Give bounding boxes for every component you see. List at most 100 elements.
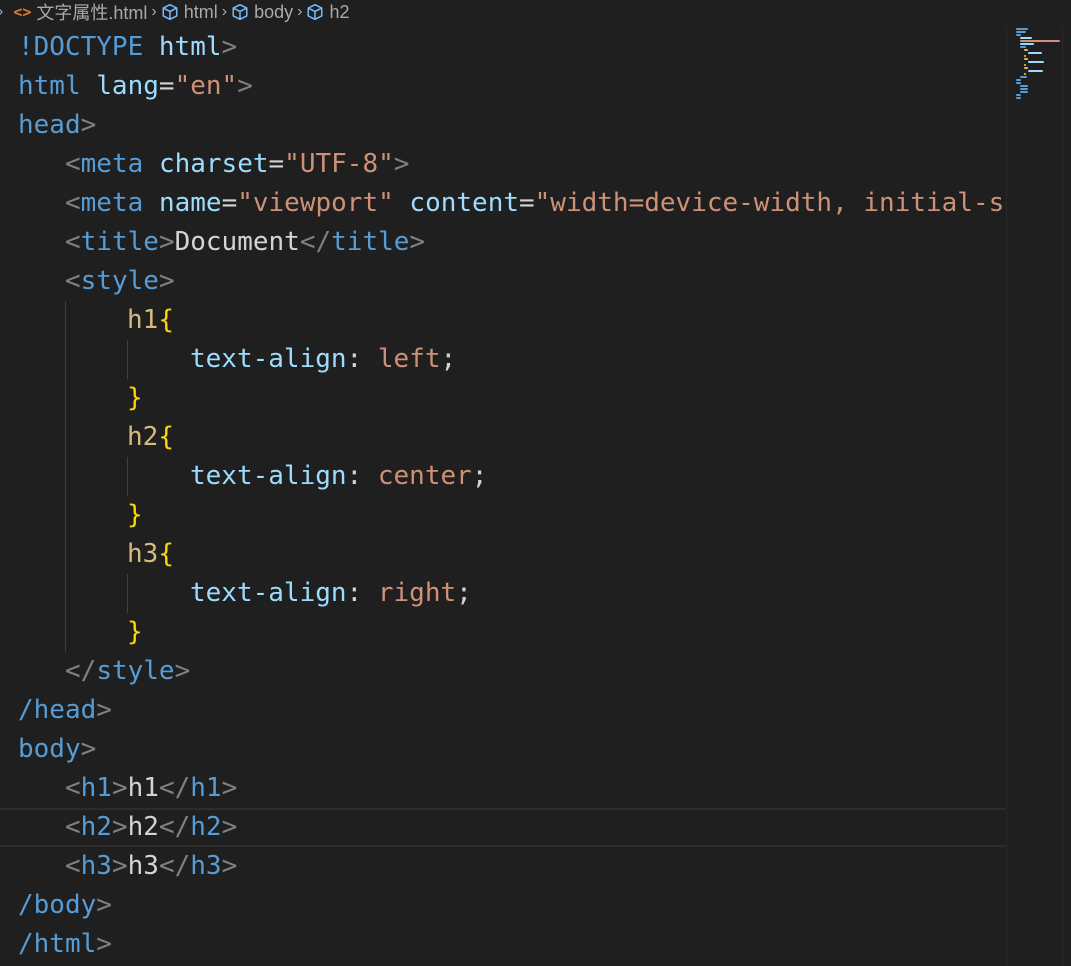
selector-token: h2 <box>127 422 159 452</box>
minimap-line <box>1016 82 1021 84</box>
code-line: h3{ <box>0 535 1006 574</box>
breadcrumb-file[interactable]: <> 文字属性.html <box>13 0 147 24</box>
minimap-line <box>1028 52 1042 54</box>
code-line: h2{ <box>0 418 1006 457</box>
value-token: right <box>377 578 457 608</box>
code-line: <meta charset="UTF-8"> <box>65 149 410 179</box>
code-line: /html> <box>18 929 112 959</box>
tag-token: h3 <box>190 851 222 881</box>
indent-guide <box>65 535 66 574</box>
text-token: h3 <box>127 851 159 881</box>
selector-token: h3 <box>127 539 159 569</box>
string-token: "UTF-8" <box>284 149 394 179</box>
tag-token: style <box>96 656 175 686</box>
tag-token: body <box>33 890 97 920</box>
code-line: html lang="en"> <box>18 71 253 101</box>
minimap-line <box>1020 88 1028 90</box>
minimap-line <box>1024 64 1026 66</box>
code-editor-window: › <> 文字属性.html › html › body › h2 !DOCTY… <box>0 0 1071 966</box>
cube-icon <box>307 3 323 21</box>
indent-guide <box>65 574 66 613</box>
code-line: </style> <box>65 656 191 686</box>
code-line: <h1>h1</h1> <box>65 773 238 803</box>
string-token: "viewport" <box>237 188 394 218</box>
code-line: !DOCTYPE html> <box>18 32 238 62</box>
tag-token: body <box>18 734 81 764</box>
cube-icon <box>232 3 248 21</box>
breadcrumb: › <> 文字属性.html › html › body › h2 <box>0 0 1071 24</box>
breadcrumb-item-label: h2 <box>329 1 350 22</box>
tag-token: head <box>18 110 81 140</box>
tag-token: h2 <box>80 812 112 842</box>
indent-guide <box>65 340 66 379</box>
breadcrumb-item-label: body <box>254 1 294 22</box>
minimap-line <box>1016 34 1021 36</box>
indent-guide <box>127 340 128 379</box>
tag-token: head <box>33 695 97 725</box>
breadcrumb-item-body[interactable]: body <box>231 2 293 23</box>
property-token: text-align <box>190 344 347 374</box>
text-token: h2 <box>127 812 159 842</box>
minimap-line <box>1024 55 1026 57</box>
code-line: } <box>0 496 1006 535</box>
minimap[interactable] <box>1006 28 1063 966</box>
attr-token: name <box>158 188 222 218</box>
tag-token: title <box>80 227 159 257</box>
indent-guide <box>65 496 66 535</box>
code-line: } <box>0 613 1006 652</box>
code-line: <style> <box>65 266 175 296</box>
chevron-right-icon: › <box>0 3 7 21</box>
attr-token: content <box>409 188 519 218</box>
selector-token: h1 <box>127 305 159 335</box>
code-line: h1{ <box>0 301 1006 340</box>
minimap-line <box>1020 46 1026 48</box>
chevron-right-icon: › <box>297 3 303 20</box>
minimap-line <box>1016 97 1021 99</box>
tag-token: title <box>331 227 410 257</box>
code-line: text-align: right; <box>0 574 1006 613</box>
minimap-line <box>1020 40 1060 42</box>
minimap-line <box>1020 91 1028 93</box>
indent-guide <box>65 457 66 496</box>
code-line: head> <box>18 110 97 140</box>
minimap-line <box>1024 67 1028 69</box>
minimap-line <box>1020 85 1028 87</box>
code-line: <h3>h3</h3> <box>65 851 238 881</box>
code-line: body> <box>18 734 97 764</box>
attr-token: charset <box>158 149 269 179</box>
code-area[interactable]: !DOCTYPE html> html lang="en"> head> <me… <box>0 28 1006 966</box>
code-line: } <box>0 379 1006 418</box>
minimap-line <box>1020 37 1032 39</box>
text-token: Document <box>174 227 300 257</box>
indent-guide <box>65 301 66 340</box>
breadcrumb-item-h2[interactable]: h2 <box>306 2 349 23</box>
attr-token: lang <box>96 71 159 101</box>
string-token: "en" <box>174 71 238 101</box>
breadcrumb-item-html[interactable]: html <box>161 2 218 23</box>
attr-token: html <box>158 32 222 62</box>
tag-token: meta <box>80 188 144 218</box>
minimap-line <box>1020 76 1027 78</box>
text-token: h1 <box>127 773 159 803</box>
indent-guide <box>65 418 66 457</box>
indent-guide <box>127 574 128 613</box>
tag-token: style <box>80 266 159 296</box>
indent-guide <box>65 379 66 418</box>
property-token: text-align <box>190 461 347 491</box>
code-line: /head> <box>18 695 112 725</box>
minimap-line <box>1016 31 1026 33</box>
html-file-icon: <> <box>13 3 32 21</box>
tag-token: h1 <box>80 773 112 803</box>
minimap-line <box>1028 70 1043 72</box>
chevron-right-icon: › <box>221 3 228 20</box>
minimap-line <box>1016 28 1028 30</box>
minimap-line <box>1016 94 1021 96</box>
code-line: <meta name="viewport" content="width=dev… <box>65 188 1005 218</box>
code-line: <title>Document</title> <box>65 227 426 257</box>
property-token: text-align <box>190 578 347 608</box>
vertical-scrollbar[interactable] <box>1062 28 1071 966</box>
tag-token: meta <box>80 149 144 179</box>
tag-token: h3 <box>80 851 112 881</box>
code-line: text-align: center; <box>0 457 1006 496</box>
code-line: /body> <box>18 890 112 920</box>
